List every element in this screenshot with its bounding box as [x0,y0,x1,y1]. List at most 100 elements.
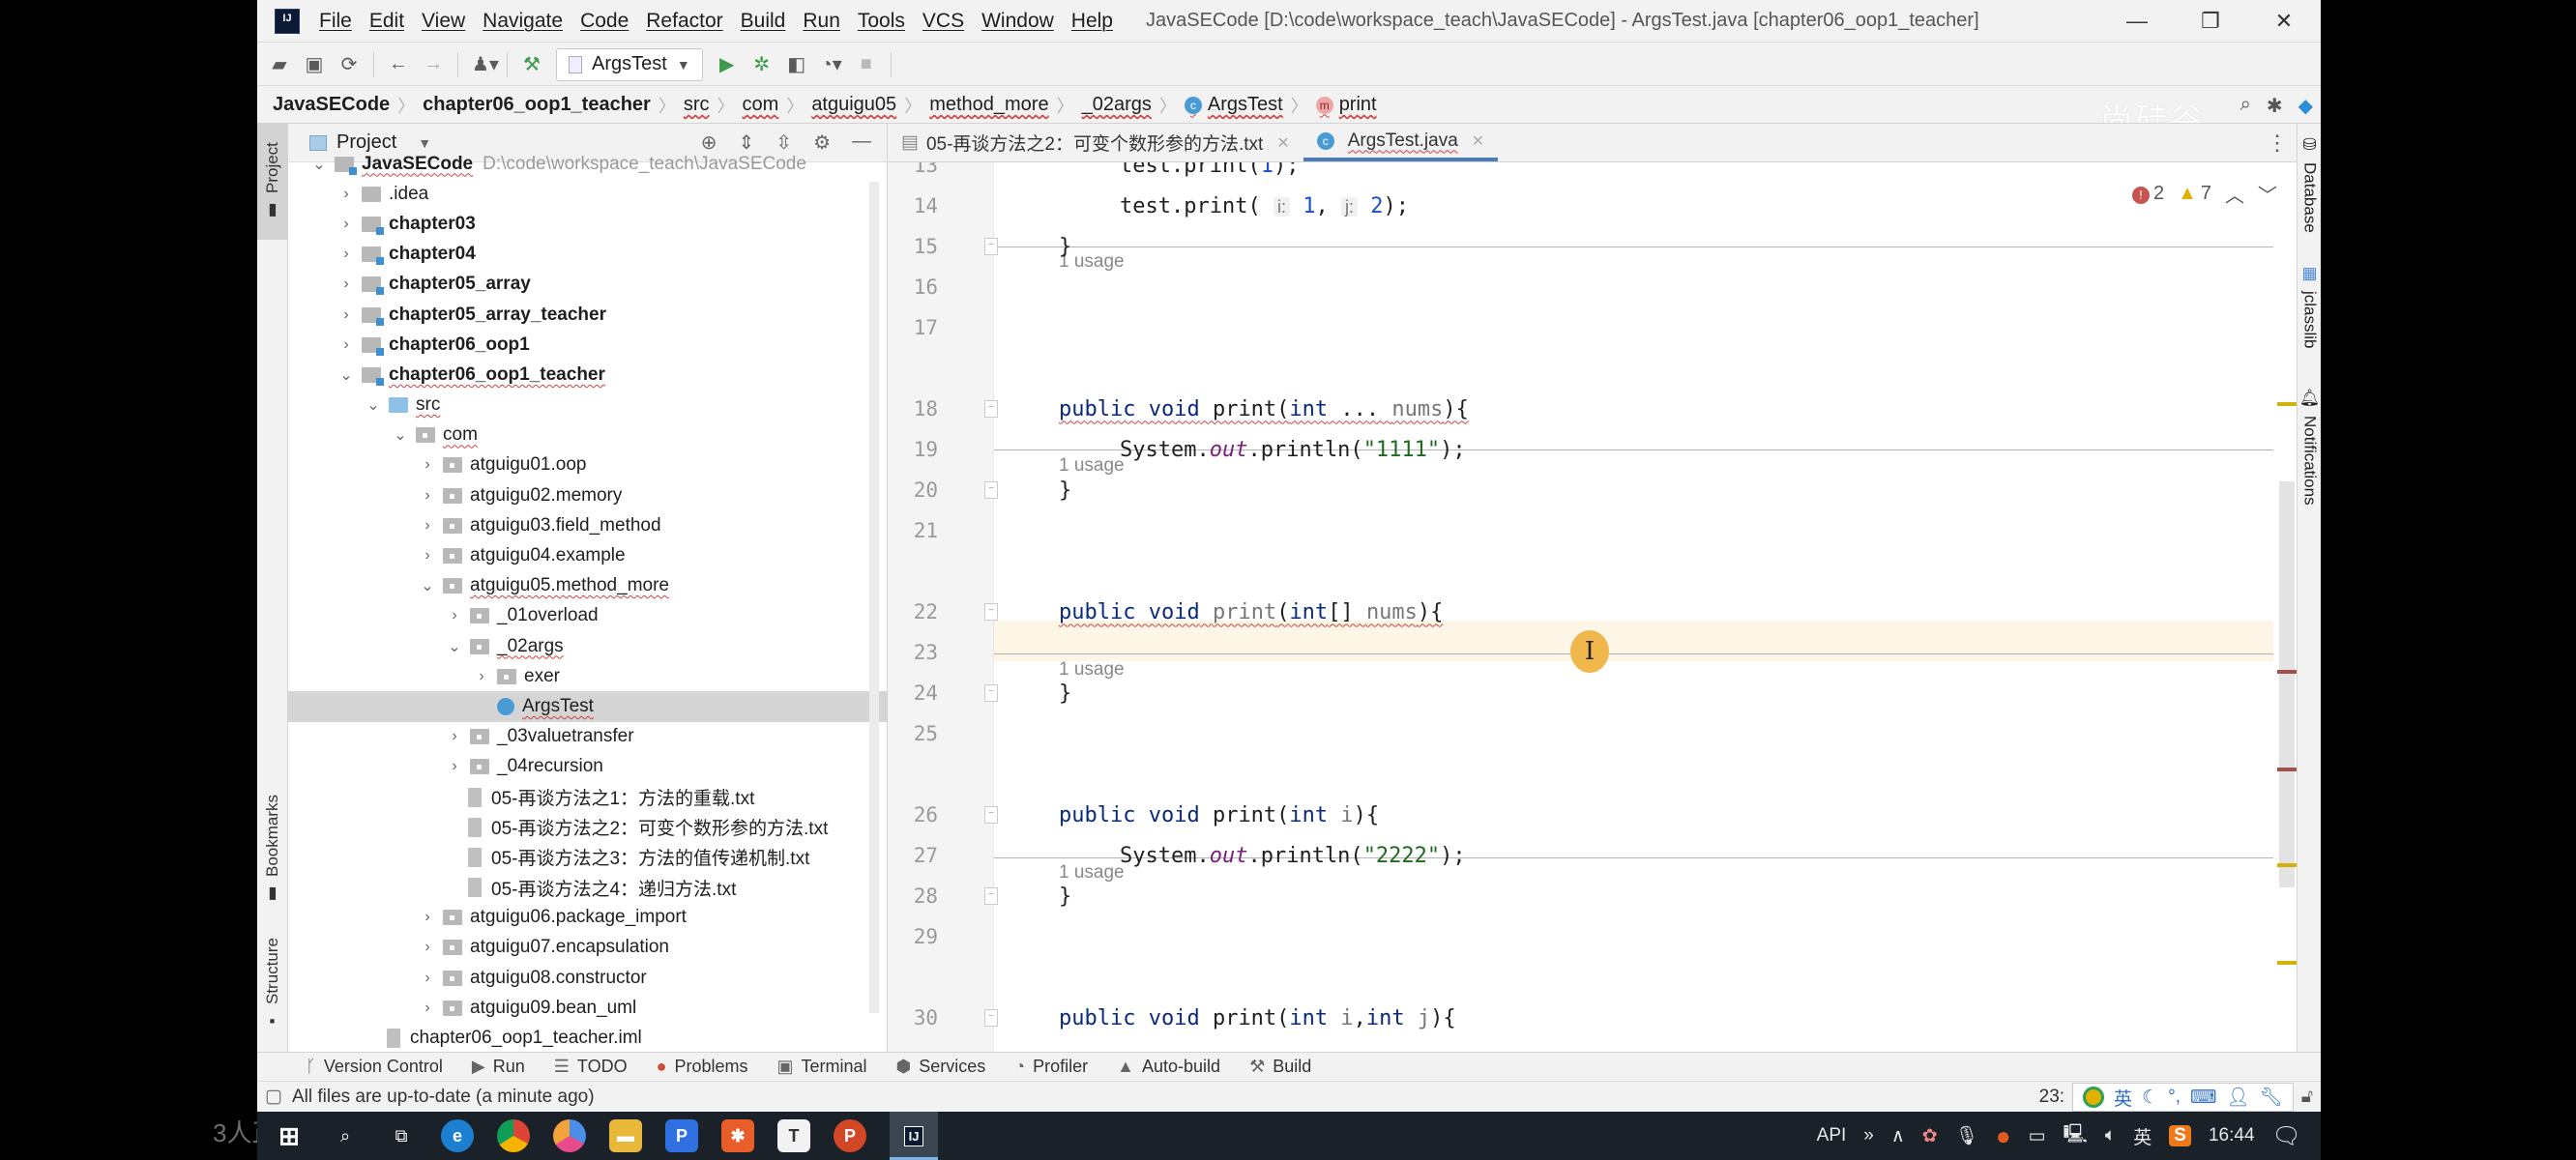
menu-edit[interactable]: Edit [369,10,404,33]
tree-item[interactable]: › chapter06_oop1 [288,330,887,360]
menu-window[interactable]: Window [981,10,1054,33]
chevron-right-icon[interactable]: › [337,216,356,233]
chevron-down-icon[interactable]: ⌄ [337,365,356,385]
chevron-right-icon[interactable]: › [445,728,464,745]
sync-icon[interactable]: ⟳ [338,52,360,76]
ime-moon-icon[interactable]: ☾ [2142,1087,2158,1109]
intellij-taskbar-icon[interactable]: IJ [890,1112,938,1160]
tree-item[interactable]: ⌄ atguigu05.method_more [288,571,887,601]
tool-tab-services[interactable]: ⬢ Services [896,1057,986,1077]
tool-tab-todo[interactable]: ☰ TODO [554,1057,628,1077]
breadcrumb-02args[interactable]: _02args [1082,94,1152,116]
chevron-right-icon[interactable]: › [418,547,437,565]
chevron-right-icon[interactable]: › [445,607,464,624]
error-stripe-mark[interactable] [2277,670,2297,674]
input-language[interactable]: 英 [2133,1123,2152,1149]
breadcrumb-print[interactable]: m print [1315,94,1377,116]
tree-item[interactable]: › atguigu02.memory [288,480,887,510]
typora-icon[interactable]: T [777,1119,810,1152]
record-icon[interactable]: ● [1996,1121,2011,1151]
menu-vcs[interactable]: VCS [922,10,964,33]
fold-icon[interactable]: − [984,400,998,418]
run-configuration-select[interactable]: ArgsTest ▼ [556,47,703,81]
ime-language[interactable]: 英 [2114,1085,2132,1111]
tree-item[interactable]: 05-再谈方法之2：可变个数形参的方法.txt [288,812,887,842]
chevron-right-icon[interactable]: › [418,909,437,926]
sogou-ime-icon[interactable]: S [2169,1125,2191,1146]
tool-tab-structure[interactable]: ▪ Structure [257,926,288,1042]
tree-item[interactable]: › chapter05_array_teacher [288,300,887,330]
chevron-right-icon[interactable]: › [418,970,437,987]
battery-icon[interactable]: ▭ [2029,1125,2046,1147]
tree-item[interactable]: › .idea [288,179,887,209]
chevron-right-icon[interactable]: › [418,487,437,505]
fold-icon[interactable]: − [984,1009,998,1027]
warning-stripe-mark[interactable] [2277,863,2297,867]
tab-txt-file[interactable]: ▤ 05-再谈方法之2：可变个数形参的方法.txt ✕ [888,124,1303,161]
tool-tab-profiler[interactable]: ◔ Profiler [1014,1057,1088,1077]
save-icon[interactable]: ▣ [304,52,325,76]
chevron-right-icon[interactable]: › [337,336,356,354]
tree-item[interactable]: › chapter04 [288,240,887,270]
open-folder-icon[interactable]: ▰ [269,52,290,76]
tab-argstest-java[interactable]: c ArgsTest.java ✕ [1303,124,1499,161]
tool-tab-build[interactable]: ⚒ Build [1249,1057,1311,1077]
tool-tab-problems[interactable]: ● Problems [657,1057,748,1077]
menu-navigate[interactable]: Navigate [483,10,563,33]
tree-item[interactable]: ⌄ JavaSECode D:\code\workspace_teach\JavaS… [288,149,887,179]
close-tab-icon[interactable]: ✕ [1276,133,1289,153]
stop-icon[interactable]: ■ [856,53,877,75]
ime-toolbar[interactable]: 英 ☾ °, ⌨ 👤︎ 🔧︎ [2072,1083,2294,1112]
tree-item[interactable]: › atguigu06.package_import [288,903,887,933]
chevron-right-icon[interactable]: › [337,306,356,324]
tree-item[interactable]: › atguigu09.bean_uml [288,993,887,1023]
menu-code[interactable]: Code [580,10,629,33]
tool-tab-terminal[interactable]: ▣ Terminal [776,1057,866,1077]
show-hidden-icons-icon[interactable]: ∧ [1891,1125,1905,1147]
tree-item[interactable]: › _01overload [288,601,887,631]
overflow-icon[interactable]: » [1863,1125,1874,1146]
fold-icon[interactable]: − [984,238,998,255]
tool-tab-project[interactable]: ▮ Project [257,124,288,240]
tree-item[interactable]: chapter06_oop1_teacher.iml [288,1023,887,1052]
tree-item[interactable]: › _03valuetransfer [288,722,887,752]
restore-button[interactable]: ❐ [2174,0,2247,43]
toggle-tool-windows-icon[interactable]: ▢ [265,1086,282,1108]
api-tray-item[interactable]: API [1817,1125,1847,1146]
vcs-user-icon[interactable]: ♟▾ [472,52,499,76]
tree-item[interactable]: ⌄ src [288,391,887,420]
chevron-down-icon[interactable]: ⌄ [445,637,464,656]
forward-icon[interactable]: → [423,53,444,75]
chevron-right-icon[interactable]: › [418,456,437,474]
fold-icon[interactable]: − [984,603,998,621]
error-stripe-mark[interactable] [2277,768,2297,771]
warning-stripe-mark[interactable] [2277,402,2297,406]
clock[interactable]: 16:44 [2209,1125,2255,1146]
volume-icon[interactable]: 🔈︎ [2105,1125,2116,1146]
tree-item[interactable]: ⌄ com [288,420,887,450]
tool-tab-auto-build[interactable]: ▲ Auto-build [1117,1057,1220,1077]
powerpoint-icon[interactable]: P [834,1119,866,1152]
tree-item[interactable]: ArgsTest [288,691,887,722]
caret-position[interactable]: 23: [2039,1087,2064,1108]
tree-item[interactable]: 05-再谈方法之3：方法的值传递机制.txt [288,842,887,872]
profile-icon[interactable]: ◔▾ [821,52,842,76]
lock-icon[interactable]: 🔓︎ [2301,1087,2313,1108]
tree-item[interactable]: › atguigu07.encapsulation [288,933,887,963]
project-scrollbar[interactable] [869,182,879,1013]
chevron-down-icon[interactable]: ⌄ [309,155,329,174]
menu-build[interactable]: Build [741,10,786,33]
tree-item[interactable]: ⌄ chapter06_oop1_teacher [288,360,887,390]
tree-item[interactable]: › chapter03 [288,209,887,239]
task-view-icon[interactable]: ⧉ [385,1119,418,1152]
breadcrumb-project[interactable]: JavaSECode [273,94,390,116]
microphone-icon[interactable]: 🎙︎ [1955,1124,1978,1147]
breadcrumb-atguigu05[interactable]: atguigu05 [811,94,896,116]
tree-item[interactable]: ⌄ _02args [288,631,887,661]
tool-tab-database[interactable]: ⛁ Database [2298,135,2322,233]
chevron-down-icon[interactable]: ⌄ [364,395,383,415]
tree-item[interactable]: › atguigu04.example [288,540,887,570]
back-icon[interactable]: ← [388,53,409,75]
breadcrumb-com[interactable]: com [743,94,779,116]
breadcrumb-method-more[interactable]: method_more [929,94,1048,116]
